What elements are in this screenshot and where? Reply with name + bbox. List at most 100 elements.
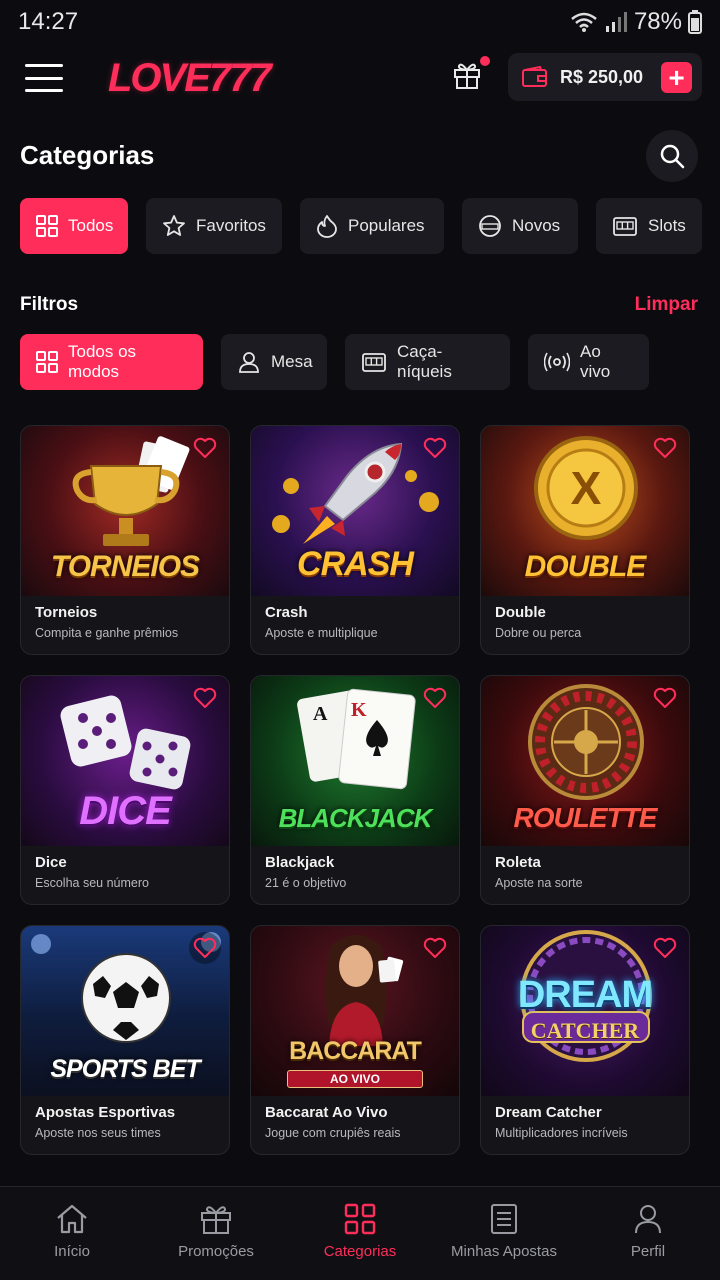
- filter-caca-niqueis[interactable]: Caça-níqueis: [345, 334, 510, 390]
- heart-icon: [423, 937, 447, 958]
- game-description: Compita e ganhe prêmios: [35, 626, 179, 640]
- grid-icon: [344, 1203, 376, 1235]
- game-art-title: DOUBLE: [524, 550, 647, 583]
- gift-icon: [201, 1206, 231, 1234]
- game-art-title: ROULETTE: [513, 802, 658, 833]
- game-description: Dobre ou perca: [495, 626, 582, 640]
- favorite-button[interactable]: [649, 932, 681, 964]
- gift-button[interactable]: [452, 56, 490, 96]
- broadcast-icon: [544, 352, 570, 372]
- favorite-button[interactable]: [189, 432, 221, 464]
- game-art-title: TORNEIOS: [50, 550, 200, 583]
- wallet-icon: [522, 66, 547, 87]
- game-art-title: CRASH: [297, 545, 414, 583]
- nav-label: Início: [54, 1243, 90, 1260]
- game-name: Crash: [265, 604, 308, 621]
- game-card-dream-catcher[interactable]: DREAM CATCHER Dream Catcher Multiplicado…: [480, 925, 690, 1155]
- game-art-title: DREAM: [517, 974, 653, 1016]
- battery-icon: [688, 10, 702, 34]
- favorite-button[interactable]: [189, 682, 221, 714]
- favorite-button[interactable]: [419, 432, 451, 464]
- game-card-torneios[interactable]: TORNEIOS Torneios Compita e ganhe prêmio…: [20, 425, 230, 655]
- nav-perfil[interactable]: Perfil: [576, 1187, 720, 1280]
- chip-favoritos[interactable]: Favoritos: [146, 198, 282, 254]
- brand-logo[interactable]: LOVE777: [108, 56, 272, 101]
- wifi-icon: [571, 12, 597, 32]
- wallet-balance[interactable]: R$ 250,00 +: [508, 53, 702, 101]
- game-name: Dream Catcher: [495, 1104, 602, 1121]
- deposit-button[interactable]: +: [661, 62, 692, 93]
- categories-title: Categorias: [20, 140, 155, 170]
- user-icon: [635, 1205, 661, 1234]
- slot-machine-icon: [362, 353, 386, 372]
- game-art-title: DICE: [79, 789, 172, 833]
- heart-icon: [193, 937, 217, 958]
- game-description: Aposte nos seus times: [35, 1126, 161, 1140]
- favorite-button[interactable]: [649, 682, 681, 714]
- svg-text:A: A: [313, 703, 328, 725]
- receipt-icon: [491, 1204, 517, 1234]
- signal-icon: [605, 12, 627, 32]
- heart-icon: [423, 437, 447, 458]
- chip-label: Mesa: [271, 352, 313, 371]
- favorite-button[interactable]: [419, 682, 451, 714]
- game-card-roleta[interactable]: ROULETTE Roleta Aposte na sorte: [480, 675, 690, 905]
- menu-icon[interactable]: [25, 64, 63, 92]
- heart-icon: [653, 937, 677, 958]
- game-card-apostas-esportivas[interactable]: SPORTS BET Apostas Esportivas Aposte nos…: [20, 925, 230, 1155]
- clear-filters-link[interactable]: Limpar: [635, 294, 698, 316]
- search-button[interactable]: [646, 130, 698, 182]
- filter-mesa[interactable]: Mesa: [221, 334, 327, 390]
- game-card-dice[interactable]: DICE Dice Escolha seu número: [20, 675, 230, 905]
- game-name: Baccarat Ao Vivo: [265, 1104, 388, 1121]
- chip-label: Caça-níqueis: [397, 342, 452, 381]
- game-card-blackjack[interactable]: A K BLACKJACK Blackjack 21 é o objetivo: [250, 675, 460, 905]
- star-icon: [163, 215, 185, 236]
- status-icons: 78%: [570, 8, 702, 36]
- dealer-icon: [239, 352, 259, 373]
- slot-machine-icon: [613, 217, 637, 236]
- game-grid: TORNEIOS Torneios Compita e ganhe prêmio…: [20, 425, 690, 1155]
- search-icon: [660, 144, 685, 169]
- nav-label: Perfil: [630, 1243, 666, 1260]
- game-name: Blackjack: [265, 854, 335, 871]
- favorite-button[interactable]: [189, 932, 221, 964]
- notification-dot: [480, 56, 490, 66]
- game-card-baccarat-ao-vivo[interactable]: BACCARAT AO VIVO Baccarat Ao Vivo Jogue …: [250, 925, 460, 1155]
- game-description: 21 é o objetivo: [265, 876, 347, 890]
- chip-slots[interactable]: Slots: [596, 198, 702, 254]
- heart-icon: [423, 687, 447, 708]
- game-description: Escolha seu número: [35, 876, 149, 890]
- nav-minhas-apostas[interactable]: Minhas Apostas: [432, 1187, 576, 1280]
- filter-ao-vivo[interactable]: Ao vivo: [528, 334, 649, 390]
- game-card-double[interactable]: X DOUBLE Double Dobre ou perca: [480, 425, 690, 655]
- heart-icon: [653, 687, 677, 708]
- game-name: Torneios: [35, 604, 98, 621]
- gift-icon: [454, 63, 480, 89]
- game-art-title: SPORTS BET: [50, 1055, 200, 1083]
- chip-label: Ao vivo: [580, 342, 611, 381]
- chip-label: Todos: [68, 216, 114, 235]
- filter-chips: Todos os modos Mesa Caça-níqueis Ao vivo: [20, 334, 649, 390]
- game-art-title: BACCARAT: [289, 1037, 422, 1065]
- game-card-crash[interactable]: CRASH Crash Aposte e multiplique: [250, 425, 460, 655]
- chip-novos[interactable]: Novos: [462, 198, 578, 254]
- chip-populares[interactable]: Populares: [300, 198, 444, 254]
- game-description: Jogue com crupiês reais: [265, 1126, 401, 1140]
- nav-inicio[interactable]: Início: [0, 1187, 144, 1280]
- fire-icon: [317, 215, 337, 238]
- filter-todos-os-modos[interactable]: Todos os modos: [20, 334, 203, 390]
- status-time: 14:27: [18, 8, 79, 35]
- game-description: Aposte na sorte: [495, 876, 583, 890]
- game-description: Aposte e multiplique: [265, 626, 378, 640]
- chip-todos[interactable]: Todos: [20, 198, 128, 254]
- chip-label: Populares: [348, 216, 425, 235]
- nav-categorias[interactable]: Categorias: [288, 1187, 432, 1280]
- game-art-subtitle: CATCHER: [530, 1018, 640, 1043]
- nav-promocoes[interactable]: Promoções: [144, 1187, 288, 1280]
- chip-label: Novos: [512, 216, 561, 235]
- chip-label: Favoritos: [196, 216, 266, 235]
- svg-text:X: X: [571, 462, 602, 514]
- favorite-button[interactable]: [419, 932, 451, 964]
- favorite-button[interactable]: [649, 432, 681, 464]
